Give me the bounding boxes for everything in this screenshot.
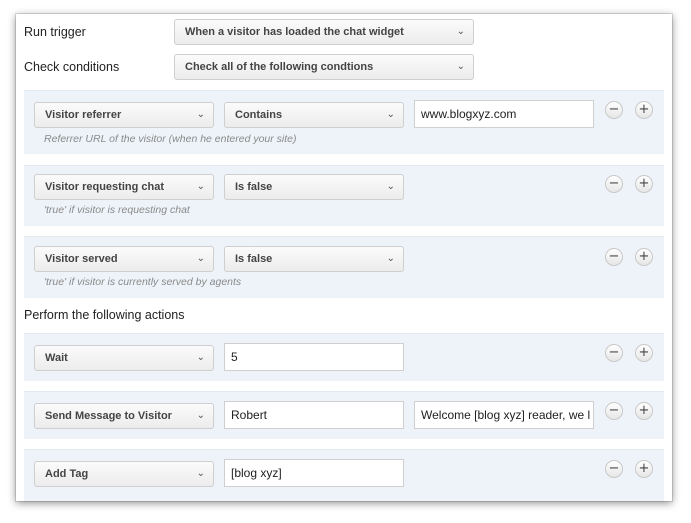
chevron-down-icon: ⌄ (196, 109, 205, 120)
check-conditions-select[interactable]: Check all of the following condtions ⌄ (174, 54, 474, 80)
minus-icon[interactable]: − (605, 175, 623, 193)
condition-field-value: Visitor served (45, 253, 118, 265)
plus-icon[interactable]: + (635, 248, 653, 266)
chevron-down-icon: ⌄ (386, 109, 395, 120)
plus-icon[interactable]: + (635, 175, 653, 193)
condition-row: Visitor requesting chat ⌄ Is false ⌄ 'tr… (24, 165, 664, 226)
action-value-input[interactable]: Robert (224, 401, 404, 429)
condition-value-input[interactable]: www.blogxyz.com (414, 100, 594, 128)
action-row: Add Tag ⌄ [blog xyz] − + (24, 449, 664, 501)
chevron-down-icon: ⌄ (196, 468, 205, 479)
action-type-value: Wait (45, 352, 68, 364)
chevron-down-icon: ⌄ (456, 26, 465, 37)
minus-icon[interactable]: − (605, 460, 623, 478)
condition-row: Visitor served ⌄ Is false ⌄ 'true' if vi… (24, 236, 664, 298)
minus-icon[interactable]: − (605, 402, 623, 420)
chevron-down-icon: ⌄ (196, 181, 205, 192)
action-type-select[interactable]: Wait ⌄ (34, 345, 214, 371)
check-conditions-value: Check all of the following condtions (185, 61, 374, 73)
actions-label: Perform the following actions (24, 308, 185, 322)
minus-icon[interactable]: − (605, 248, 623, 266)
check-conditions-label: Check conditions (24, 60, 120, 74)
chevron-down-icon: ⌄ (196, 253, 205, 264)
condition-hint: 'true' if visitor is currently served by… (44, 276, 242, 288)
run-trigger-label: Run trigger (24, 25, 86, 39)
action-value-input[interactable]: [blog xyz] (224, 459, 404, 487)
condition-hint: 'true' if visitor is requesting chat (44, 204, 190, 216)
minus-icon[interactable]: − (605, 101, 623, 119)
condition-field-value: Visitor requesting chat (45, 181, 164, 193)
condition-operator-select[interactable]: Contains ⌄ (224, 102, 404, 128)
plus-icon[interactable]: + (635, 402, 653, 420)
condition-field-select[interactable]: Visitor referrer ⌄ (34, 102, 214, 128)
chevron-down-icon: ⌄ (456, 61, 465, 72)
action-value-input[interactable]: 5 (224, 343, 404, 371)
plus-icon[interactable]: + (635, 344, 653, 362)
run-trigger-select[interactable]: When a visitor has loaded the chat widge… (174, 19, 474, 45)
message-input[interactable]: Welcome [blog xyz] reader, we l (414, 401, 594, 429)
run-trigger-value: When a visitor has loaded the chat widge… (185, 26, 404, 38)
plus-icon[interactable]: + (635, 101, 653, 119)
chevron-down-icon: ⌄ (196, 410, 205, 421)
action-row: Wait ⌄ 5 − + (24, 333, 664, 381)
condition-operator-value: Contains (235, 109, 283, 121)
chevron-down-icon: ⌄ (196, 352, 205, 363)
chevron-down-icon: ⌄ (386, 253, 395, 264)
action-type-value: Add Tag (45, 468, 89, 480)
trigger-editor-window: Run trigger When a visitor has loaded th… (16, 14, 672, 501)
chevron-down-icon: ⌄ (386, 181, 395, 192)
action-row: Send Message to Visitor ⌄ Robert Welcome… (24, 391, 664, 439)
condition-field-select[interactable]: Visitor served ⌄ (34, 246, 214, 272)
condition-field-value: Visitor referrer (45, 109, 122, 121)
condition-hint: Referrer URL of the visitor (when he ent… (44, 133, 297, 145)
condition-operator-select[interactable]: Is false ⌄ (224, 174, 404, 200)
condition-field-select[interactable]: Visitor requesting chat ⌄ (34, 174, 214, 200)
condition-operator-value: Is false (235, 253, 273, 265)
condition-operator-value: Is false (235, 181, 273, 193)
action-type-select[interactable]: Send Message to Visitor ⌄ (34, 403, 214, 429)
condition-row: Visitor referrer ⌄ Contains ⌄ www.blogxy… (24, 90, 664, 154)
action-type-value: Send Message to Visitor (45, 410, 172, 422)
minus-icon[interactable]: − (605, 344, 623, 362)
condition-operator-select[interactable]: Is false ⌄ (224, 246, 404, 272)
action-type-select[interactable]: Add Tag ⌄ (34, 461, 214, 487)
plus-icon[interactable]: + (635, 460, 653, 478)
